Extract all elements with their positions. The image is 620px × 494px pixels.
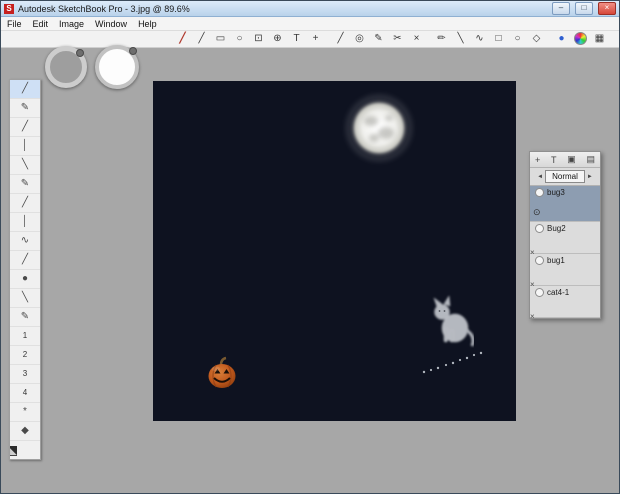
tool-pen[interactable]: ✎ [369,32,388,46]
pencil-tool-3[interactable]: 3 [10,365,40,384]
layer-lock-icon[interactable]: × [530,312,535,321]
blend-next-icon[interactable]: ► [587,174,593,180]
app-icon: S [4,4,14,14]
tool-delete-stroke[interactable]: × [407,32,426,46]
pencil-tool-4[interactable]: 4 [10,384,40,403]
layer-thumbnail [535,256,544,265]
tool-move[interactable]: + [306,32,325,46]
pencil-tool-2[interactable]: 2 [10,346,40,365]
layer-row-cat4-1[interactable]: cat4-1 × [530,286,600,318]
tool-rectangle[interactable]: □ [489,32,508,46]
tool-text[interactable]: T [287,32,306,46]
layer-thumbnail [535,288,544,297]
tool-swatches[interactable]: ▦ [590,32,609,46]
layer-thumbnail [535,224,544,233]
maximize-button[interactable]: □ [575,2,593,15]
tool-color-wheel[interactable] [571,32,590,46]
menu-window[interactable]: Window [95,19,127,29]
layer-visibility-icon[interactable]: ⊙ [533,207,541,218]
layers-panel-header: + T ▣ ▤ [530,152,600,168]
layer-name-label: bug3 [547,188,565,197]
canvas-area [153,81,516,421]
brush-palette: ╱ ✎ ╱ │ ╲ ✎ ╱ │ ∿ ╱ ● ╲ ✎ 1 2 3 4 * ◆ ◣ [9,79,41,460]
blend-mode-row: ◄ Normal ► [530,168,600,186]
brush-tool-18[interactable]: ◆ [10,422,40,441]
canvas[interactable] [153,81,516,421]
brush-tool-3[interactable]: │ [10,137,40,156]
tool-pencil[interactable]: ✏ [432,32,451,46]
text-layer-icon[interactable]: T [551,155,557,165]
brush-tool-10[interactable]: ● [10,270,40,289]
blend-prev-icon[interactable]: ◄ [537,174,543,180]
brush-tool-0[interactable]: ╱ [10,80,40,99]
tool-ellipse[interactable]: ○ [508,32,527,46]
layer-row-bug3[interactable]: bug3 ⊙ [530,186,600,222]
layer-menu-icon[interactable]: ▤ [586,154,595,165]
tool-line[interactable]: ╲ [451,32,470,46]
tool-brush[interactable]: ╱ [173,32,192,46]
brush-tool-6[interactable]: ╱ [10,194,40,213]
app-window: S Autodesk SketchBook Pro - 3.jpg @ 89.6… [0,0,620,494]
palette-footer-icon[interactable]: ◣ [10,446,17,456]
layer-thumbnail [535,188,544,197]
color-puck-handle-icon[interactable] [129,47,137,55]
layer-name-label: Bug2 [547,224,566,233]
brush-tool-2[interactable]: ╱ [10,118,40,137]
brush-tool-1[interactable]: ✎ [10,99,40,118]
menubar: File Edit Image Window Help [1,17,619,31]
brush-tool-9[interactable]: ╱ [10,251,40,270]
pencil-tool-1[interactable]: 1 [10,327,40,346]
tool-rect-select[interactable]: ▭ [211,32,230,46]
layer-row-bug2[interactable]: Bug2 × [530,222,600,254]
menu-edit[interactable]: Edit [33,19,49,29]
layers-panel: + T ▣ ▤ ◄ Normal ► bug3 ⊙ Bug2 × [529,151,601,319]
brush-puck[interactable] [45,46,87,88]
add-layer-icon[interactable]: + [535,155,540,165]
minimize-button[interactable]: – [552,2,570,15]
layer-name-label: cat4-1 [547,288,569,297]
tool-stroke-edit[interactable]: ╱ [331,32,350,46]
tool-crop[interactable]: ⊡ [249,32,268,46]
color-wheel-icon [574,32,587,45]
menu-file[interactable]: File [7,19,22,29]
tool-curve[interactable]: ∿ [470,32,489,46]
tool-zoom[interactable]: ⊕ [268,32,287,46]
menu-help[interactable]: Help [138,19,157,29]
brush-tool-4[interactable]: ╲ [10,156,40,175]
menu-image[interactable]: Image [59,19,84,29]
import-image-icon[interactable]: ▣ [567,154,576,165]
tool-symmetry-puck[interactable]: ◎ [350,32,369,46]
tool-airbrush[interactable]: ╱ [192,32,211,46]
toolbar: ╱ ╱ ▭ ○ ⊡ ⊕ T + ╱ ◎ ✎ ✂ × ✏ ╲ ∿ □ ○ ◇ ● … [1,31,619,48]
layer-row-bug1[interactable]: bug1 × [530,254,600,286]
brush-puck-handle-icon[interactable] [76,49,84,57]
tool-color-dot[interactable]: ● [552,32,571,46]
blend-mode-select[interactable]: Normal [545,170,585,183]
close-button[interactable]: × [598,2,616,15]
brush-tool-5[interactable]: ✎ [10,175,40,194]
tool-lasso-select[interactable]: ○ [230,32,249,46]
brush-tool-17[interactable]: * [10,403,40,422]
moon [345,94,413,162]
brush-tool-8[interactable]: ∿ [10,232,40,251]
layer-name-label: bug1 [547,256,565,265]
color-puck[interactable] [95,45,139,89]
brush-tool-7[interactable]: │ [10,213,40,232]
titlebar: S Autodesk SketchBook Pro - 3.jpg @ 89.6… [1,1,619,17]
brush-tool-11[interactable]: ╲ [10,289,40,308]
tool-polygon[interactable]: ◇ [527,32,546,46]
canvas-background [153,81,516,421]
window-title: Autodesk SketchBook Pro - 3.jpg @ 89.6% [18,4,547,14]
brush-tool-12[interactable]: ✎ [10,308,40,327]
tool-cut[interactable]: ✂ [388,32,407,46]
